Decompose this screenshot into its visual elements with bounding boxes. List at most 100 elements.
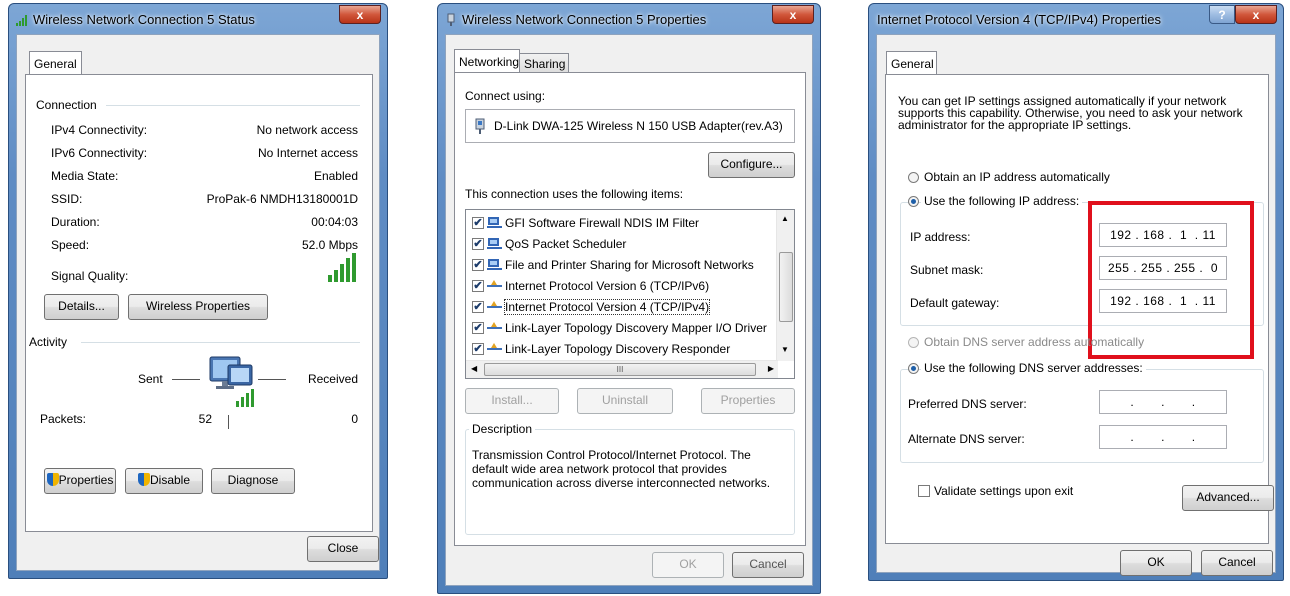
packets-sent-value: 52 [198, 412, 212, 426]
sent-label: Sent [138, 372, 163, 386]
close-icon[interactable]: x [1235, 5, 1277, 24]
protocol-icon [487, 280, 502, 288]
ipv4-client: General You can get IP settings assigned… [876, 34, 1276, 576]
list-item[interactable]: ✔ GFI Software Firewall NDIS IM Filter [472, 214, 699, 234]
horizontal-scrollbar[interactable]: ◀ III ▶ [466, 360, 778, 378]
item-checkbox[interactable]: ✔ [472, 300, 484, 313]
divider [172, 379, 200, 380]
scroll-right-icon[interactable]: ▶ [768, 364, 774, 373]
networking-panel: Connect using: D-Link DWA-125 Wireless N… [454, 72, 806, 546]
uac-shield-icon [137, 473, 150, 487]
list-item[interactable]: ✔ Link-Layer Topology Discovery Responder [472, 340, 730, 360]
alternate-dns-input[interactable]: . . . [1099, 425, 1227, 449]
properties-button[interactable]: Properties [44, 468, 116, 494]
uninstall-button[interactable]: Uninstall [577, 388, 673, 414]
window-title: Wireless Network Connection 5 Status [33, 12, 255, 27]
validate-checkbox[interactable] [918, 485, 930, 497]
ssid-value: ProPak-6 NMDH13180001D [206, 192, 358, 206]
media-state-value: Enabled [313, 169, 358, 183]
use-following-ip-radio[interactable] [908, 196, 919, 207]
use-following-ip-label: Use the following IP address: [921, 194, 1083, 208]
divider [106, 105, 360, 106]
item-label: Internet Protocol Version 4 (TCP/IPv4) [503, 299, 711, 315]
adapter-box: D-Link DWA-125 Wireless N 150 USB Adapte… [465, 109, 795, 143]
network-computer-icon [209, 356, 254, 407]
scroll-thumb[interactable]: III [484, 363, 756, 376]
connect-using-label: Connect using: [465, 89, 546, 103]
list-item[interactable]: ✔ Internet Protocol Version 6 (TCP/IPv6) [472, 277, 709, 297]
list-item[interactable]: ✔ Internet Protocol Version 4 (TCP/IPv4) [472, 298, 711, 318]
item-checkbox[interactable]: ✔ [472, 342, 484, 355]
obtain-dns-auto-radio[interactable] [908, 337, 919, 348]
wireless-signal-icon [16, 15, 27, 26]
obtain-ip-auto-radio[interactable] [908, 172, 919, 183]
advanced-button[interactable]: Advanced... [1182, 485, 1274, 511]
close-button[interactable]: Close [307, 536, 379, 562]
scroll-thumb[interactable] [779, 252, 793, 322]
properties-titlebar[interactable]: Wireless Network Connection 5 Properties… [438, 4, 820, 34]
tab-general[interactable]: General [886, 51, 937, 75]
properties-button[interactable]: Properties [701, 388, 795, 414]
vertical-scrollbar[interactable]: ▲ ▼ [776, 210, 794, 361]
ok-button[interactable]: OK [1120, 550, 1192, 576]
preferred-dns-input[interactable]: . . . [1099, 390, 1227, 414]
window-title: Wireless Network Connection 5 Properties [462, 12, 707, 27]
status-titlebar[interactable]: Wireless Network Connection 5 Status x [9, 4, 387, 34]
tab-networking[interactable]: Networking [454, 49, 520, 73]
item-checkbox[interactable]: ✔ [472, 321, 484, 334]
protocol-icon [487, 343, 502, 351]
wireless-properties-button[interactable]: Wireless Properties [128, 294, 268, 320]
intro-text: You can get IP settings assigned automat… [898, 94, 1243, 132]
disable-label: Disable [149, 473, 191, 487]
properties-dialog: Wireless Network Connection 5 Properties… [437, 3, 821, 594]
default-gateway-label: Default gateway: [910, 296, 1000, 310]
cancel-button[interactable]: Cancel [732, 552, 804, 578]
close-icon[interactable]: x [339, 5, 381, 24]
preferred-dns-label: Preferred DNS server: [908, 397, 1027, 411]
cancel-button[interactable]: Cancel [1201, 550, 1273, 576]
item-label: Internet Protocol Version 6 (TCP/IPv6) [505, 279, 710, 293]
close-icon[interactable]: x [772, 5, 814, 24]
ssid-label: SSID: [51, 192, 83, 206]
speed-value: 52.0 Mbps [301, 238, 358, 252]
configure-button[interactable]: Configure... [708, 152, 795, 178]
general-panel: You can get IP settings assigned automat… [885, 74, 1274, 544]
network-client-icon [487, 217, 502, 229]
tab-sharing[interactable]: Sharing [519, 53, 569, 73]
list-item[interactable]: ✔ Link-Layer Topology Discovery Mapper I/… [472, 319, 767, 339]
disable-button[interactable]: Disable [125, 468, 203, 494]
protocol-icon [487, 301, 502, 309]
obtain-dns-auto-label: Obtain DNS server address automatically [924, 335, 1145, 349]
alternate-dns-label: Alternate DNS server: [908, 432, 1025, 446]
item-checkbox[interactable]: ✔ [472, 279, 484, 292]
items-list[interactable]: ✔ GFI Software Firewall NDIS IM Filter ✔ Q… [465, 209, 795, 379]
ipv4-titlebar[interactable]: Internet Protocol Version 4 (TCP/IPv4) P… [869, 4, 1283, 34]
diagnose-button[interactable]: Diagnose [211, 468, 295, 494]
network-service-icon [487, 238, 502, 250]
tab-general[interactable]: General [29, 51, 82, 75]
activity-group-title: Activity [29, 335, 68, 349]
item-checkbox[interactable]: ✔ [472, 237, 484, 250]
scroll-up-icon[interactable]: ▲ [781, 214, 789, 223]
properties-label: Properties [58, 473, 114, 487]
packets-label: Packets: [40, 412, 87, 426]
help-icon[interactable]: ? [1209, 5, 1235, 24]
item-label: QoS Packet Scheduler [505, 237, 627, 251]
details-button[interactable]: Details... [44, 294, 119, 320]
description-group-title: Description [469, 422, 536, 436]
signal-quality-label: Signal Quality: [51, 269, 129, 283]
ipv6-connectivity-label: IPv6 Connectivity: [51, 146, 148, 160]
install-button[interactable]: Install... [465, 388, 559, 414]
scroll-left-icon[interactable]: ◀ [471, 364, 477, 373]
scroll-down-icon[interactable]: ▼ [781, 345, 789, 354]
item-checkbox[interactable]: ✔ [472, 216, 484, 229]
connection-group-title: Connection [36, 98, 97, 112]
list-item[interactable]: ✔ QoS Packet Scheduler [472, 235, 626, 255]
adapter-name: D-Link DWA-125 Wireless N 150 USB Adapte… [494, 119, 783, 133]
use-following-dns-radio[interactable] [908, 363, 919, 374]
ok-button[interactable]: OK [652, 552, 724, 578]
item-checkbox[interactable]: ✔ [472, 258, 484, 271]
media-state-label: Media State: [51, 169, 119, 183]
network-adapter-icon [447, 13, 455, 26]
list-item[interactable]: ✔ File and Printer Sharing for Microsoft … [472, 256, 754, 276]
